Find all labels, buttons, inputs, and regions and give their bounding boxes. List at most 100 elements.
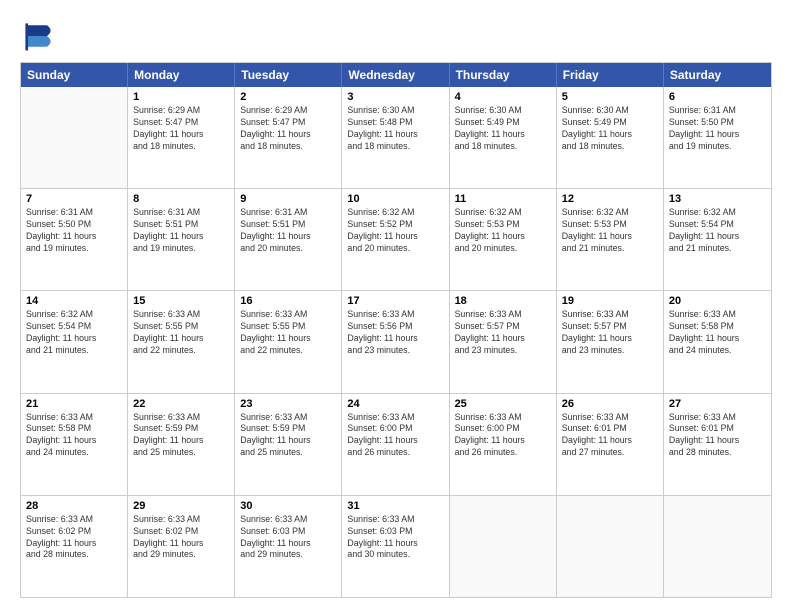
day-number: 26 (562, 398, 658, 410)
day-info: Sunrise: 6:33 AM Sunset: 6:03 PM Dayligh… (240, 514, 336, 562)
day-info: Sunrise: 6:31 AM Sunset: 5:51 PM Dayligh… (133, 207, 229, 255)
calendar-cell: 19Sunrise: 6:33 AM Sunset: 5:57 PM Dayli… (557, 291, 664, 392)
calendar-cell: 17 Sunrise: 6:33 AM Sunset: 5:56 PM Dayli… (342, 291, 449, 392)
day-number: 12 (562, 193, 658, 205)
day-info: Sunrise: 6:33 AM Sunset: 5:57 PM Dayligh… (455, 309, 551, 357)
calendar-row: 7 Sunrise: 6:31 AM Sunset: 5:50 PM Daylig… (21, 188, 771, 290)
calendar-cell: 14 Sunrise: 6:32 AM Sunset: 5:54 PM Dayli… (21, 291, 128, 392)
calendar: SundayMondayTuesdayWednesdayThursdayFrid… (20, 62, 772, 598)
day-info: Sunrise: 6:31 AM Sunset: 5:51 PM Dayligh… (240, 207, 336, 255)
calendar-cell: 24 Sunrise: 6:33 AM Sunset: 6:00 PM Dayli… (342, 394, 449, 495)
calendar-cell: 12 Sunrise: 6:32 AM Sunset: 5:53 PM Dayli… (557, 189, 664, 290)
day-number: 31 (347, 500, 443, 512)
day-number: 10 (347, 193, 443, 205)
logo-icon (20, 18, 56, 54)
day-info: Sunrise: 6:30 AM Sunset: 5:49 PM Dayligh… (455, 105, 551, 153)
calendar-header: SundayMondayTuesdayWednesdayThursdayFrid… (21, 63, 771, 87)
day-info: Sunrise: 6:33 AM Sunset: 6:03 PM Dayligh… (347, 514, 443, 562)
day-number: 8 (133, 193, 229, 205)
logo (20, 18, 60, 54)
calendar-cell: 6 Sunrise: 6:31 AM Sunset: 5:50 PM Daylig… (664, 87, 771, 188)
day-number: 17 (347, 295, 443, 307)
header-day-tuesday: Tuesday (235, 63, 342, 87)
day-number: 24 (347, 398, 443, 410)
calendar-body: 1 Sunrise: 6:29 AM Sunset: 5:47 PM Daylig… (21, 87, 771, 597)
day-number: 6 (669, 91, 766, 103)
calendar-row: 28 Sunrise: 6:33 AM Sunset: 6:02 PM Dayli… (21, 495, 771, 597)
header-day-thursday: Thursday (450, 63, 557, 87)
calendar-row: 1 Sunrise: 6:29 AM Sunset: 5:47 PM Daylig… (21, 87, 771, 188)
calendar-cell: 27 Sunrise: 6:33 AM Sunset: 6:01 PM Dayli… (664, 394, 771, 495)
day-info: Sunrise: 6:31 AM Sunset: 5:50 PM Dayligh… (26, 207, 122, 255)
day-number: 7 (26, 193, 122, 205)
day-info: Sunrise: 6:33 AM Sunset: 5:55 PM Dayligh… (240, 309, 336, 357)
header (20, 18, 772, 54)
day-info: Sunrise: 6:33 AM Sunset: 5:58 PM Dayligh… (669, 309, 766, 357)
calendar-cell: 28Sunrise: 6:33 AM Sunset: 6:02 PM Dayli… (21, 496, 128, 597)
day-info: Sunrise: 6:32 AM Sunset: 5:52 PM Dayligh… (347, 207, 443, 255)
calendar-cell: 7 Sunrise: 6:31 AM Sunset: 5:50 PM Daylig… (21, 189, 128, 290)
calendar-cell: 11 Sunrise: 6:32 AM Sunset: 5:53 PM Dayli… (450, 189, 557, 290)
day-number: 9 (240, 193, 336, 205)
day-info: Sunrise: 6:33 AM Sunset: 5:56 PM Dayligh… (347, 309, 443, 357)
calendar-cell: 29 Sunrise: 6:33 AM Sunset: 6:02 PM Dayli… (128, 496, 235, 597)
day-number: 11 (455, 193, 551, 205)
calendar-cell: 8 Sunrise: 6:31 AM Sunset: 5:51 PM Daylig… (128, 189, 235, 290)
header-day-sunday: Sunday (21, 63, 128, 87)
day-number: 30 (240, 500, 336, 512)
calendar-cell (557, 496, 664, 597)
day-info: Sunrise: 6:33 AM Sunset: 6:01 PM Dayligh… (669, 412, 766, 460)
calendar-cell: 31 Sunrise: 6:33 AM Sunset: 6:03 PM Dayli… (342, 496, 449, 597)
day-number: 27 (669, 398, 766, 410)
day-info: Sunrise: 6:32 AM Sunset: 5:54 PM Dayligh… (26, 309, 122, 357)
calendar-cell: 2 Sunrise: 6:29 AM Sunset: 5:47 PM Daylig… (235, 87, 342, 188)
header-day-monday: Monday (128, 63, 235, 87)
day-number: 25 (455, 398, 551, 410)
calendar-cell: 21 Sunrise: 6:33 AM Sunset: 5:58 PM Dayli… (21, 394, 128, 495)
calendar-cell: 13 Sunrise: 6:32 AM Sunset: 5:54 PM Dayli… (664, 189, 771, 290)
day-info: Sunrise: 6:33 AM Sunset: 6:00 PM Dayligh… (455, 412, 551, 460)
day-number: 29 (133, 500, 229, 512)
day-info: Sunrise: 6:33 AM Sunset: 6:02 PM Dayligh… (133, 514, 229, 562)
day-number: 3 (347, 91, 443, 103)
calendar-cell: 20Sunrise: 6:33 AM Sunset: 5:58 PM Dayli… (664, 291, 771, 392)
calendar-cell: 15Sunrise: 6:33 AM Sunset: 5:55 PM Dayli… (128, 291, 235, 392)
day-info: Sunrise: 6:32 AM Sunset: 5:53 PM Dayligh… (455, 207, 551, 255)
day-number: 1 (133, 91, 229, 103)
day-number: 14 (26, 295, 122, 307)
day-number: 28 (26, 500, 122, 512)
calendar-cell: 4Sunrise: 6:30 AM Sunset: 5:49 PM Daylig… (450, 87, 557, 188)
calendar-row: 14 Sunrise: 6:32 AM Sunset: 5:54 PM Dayli… (21, 290, 771, 392)
header-day-wednesday: Wednesday (342, 63, 449, 87)
day-info: Sunrise: 6:32 AM Sunset: 5:54 PM Dayligh… (669, 207, 766, 255)
page: SundayMondayTuesdayWednesdayThursdayFrid… (0, 0, 792, 612)
day-number: 21 (26, 398, 122, 410)
day-number: 22 (133, 398, 229, 410)
calendar-cell: 3Sunrise: 6:30 AM Sunset: 5:48 PM Daylig… (342, 87, 449, 188)
day-info: Sunrise: 6:33 AM Sunset: 5:58 PM Dayligh… (26, 412, 122, 460)
calendar-cell: 18Sunrise: 6:33 AM Sunset: 5:57 PM Dayli… (450, 291, 557, 392)
day-info: Sunrise: 6:29 AM Sunset: 5:47 PM Dayligh… (240, 105, 336, 153)
day-number: 2 (240, 91, 336, 103)
calendar-cell (21, 87, 128, 188)
day-info: Sunrise: 6:32 AM Sunset: 5:53 PM Dayligh… (562, 207, 658, 255)
day-info: Sunrise: 6:33 AM Sunset: 6:00 PM Dayligh… (347, 412, 443, 460)
day-info: Sunrise: 6:31 AM Sunset: 5:50 PM Dayligh… (669, 105, 766, 153)
calendar-cell: 30 Sunrise: 6:33 AM Sunset: 6:03 PM Dayli… (235, 496, 342, 597)
calendar-cell: 23 Sunrise: 6:33 AM Sunset: 5:59 PM Dayli… (235, 394, 342, 495)
day-number: 13 (669, 193, 766, 205)
header-day-friday: Friday (557, 63, 664, 87)
day-info: Sunrise: 6:33 AM Sunset: 5:59 PM Dayligh… (240, 412, 336, 460)
calendar-cell: 5Sunrise: 6:30 AM Sunset: 5:49 PM Daylig… (557, 87, 664, 188)
calendar-cell: 16Sunrise: 6:33 AM Sunset: 5:55 PM Dayli… (235, 291, 342, 392)
calendar-cell: 25 Sunrise: 6:33 AM Sunset: 6:00 PM Dayli… (450, 394, 557, 495)
day-info: Sunrise: 6:33 AM Sunset: 5:57 PM Dayligh… (562, 309, 658, 357)
day-info: Sunrise: 6:33 AM Sunset: 5:59 PM Dayligh… (133, 412, 229, 460)
day-info: Sunrise: 6:33 AM Sunset: 6:01 PM Dayligh… (562, 412, 658, 460)
calendar-cell (450, 496, 557, 597)
day-number: 23 (240, 398, 336, 410)
calendar-cell: 26 Sunrise: 6:33 AM Sunset: 6:01 PM Dayli… (557, 394, 664, 495)
header-day-saturday: Saturday (664, 63, 771, 87)
calendar-cell: 9 Sunrise: 6:31 AM Sunset: 5:51 PM Daylig… (235, 189, 342, 290)
calendar-row: 21 Sunrise: 6:33 AM Sunset: 5:58 PM Dayli… (21, 393, 771, 495)
